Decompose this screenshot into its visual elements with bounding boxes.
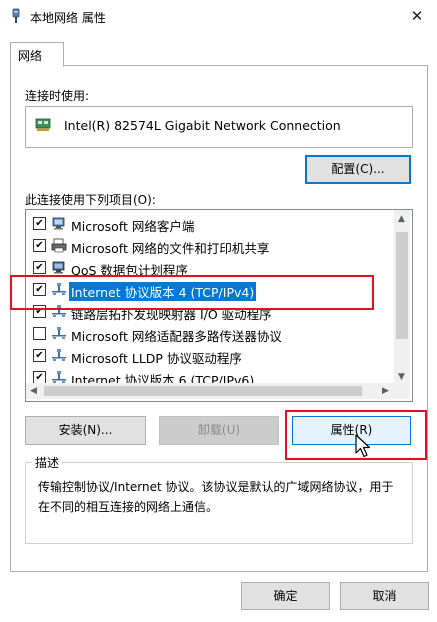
- description-text: 传输控制协议/Internet 协议。该协议是默认的广域网络协议，用于在不同的相…: [38, 480, 394, 514]
- configure-button[interactable]: 配置(C)...: [305, 155, 411, 184]
- item-checkbox[interactable]: [33, 327, 46, 340]
- qos-scheduler-icon: [51, 260, 67, 275]
- adapter-name: Intel(R) 82574L Gigabit Network Connecti…: [64, 118, 341, 133]
- network-adapter-icon: [9, 8, 23, 24]
- tab-network-label: 网络: [18, 49, 43, 63]
- scroll-corner: [394, 383, 410, 399]
- close-button[interactable]: ✕: [405, 6, 429, 26]
- list-item[interactable]: Microsoft 网络适配器多路传送器协议: [26, 323, 396, 345]
- item-checkbox[interactable]: ✔: [33, 217, 46, 230]
- uninstall-button[interactable]: 卸载(U): [159, 416, 279, 445]
- list-item[interactable]: ✔ Microsoft 网络客户端: [26, 213, 396, 235]
- network-card-icon: [35, 117, 53, 133]
- horizontal-scroll-thumb[interactable]: [44, 386, 362, 396]
- network-client-icon: [51, 216, 67, 231]
- item-label: Microsoft 网络客户端: [71, 219, 195, 234]
- file-printer-sharing-icon: [51, 238, 67, 253]
- cancel-button[interactable]: 取消: [340, 582, 429, 610]
- vertical-scroll-thumb[interactable]: [396, 232, 408, 339]
- protocol-icon: [51, 348, 67, 363]
- items-label: 此连接使用下列项目(O):: [25, 193, 156, 207]
- scroll-left-icon[interactable]: ◀: [30, 386, 37, 396]
- scroll-down-icon[interactable]: ▼: [398, 372, 405, 382]
- item-checkbox[interactable]: ✔: [33, 349, 46, 362]
- item-label: Microsoft 网络的文件和打印机共享: [71, 241, 270, 256]
- scroll-right-icon[interactable]: ▶: [382, 386, 389, 396]
- description-title: 描述: [32, 454, 63, 471]
- window-title: 本地网络 属性: [30, 11, 106, 25]
- install-button[interactable]: 安装(N)...: [25, 416, 146, 445]
- item-label: Microsoft LLDP 协议驱动程序: [71, 351, 242, 366]
- item-label: Microsoft 网络适配器多路传送器协议: [71, 329, 282, 344]
- scroll-up-icon[interactable]: ▲: [398, 214, 405, 224]
- mouse-cursor-icon: [355, 434, 373, 460]
- item-checkbox[interactable]: ✔: [33, 239, 46, 252]
- connect-using-label: 连接时使用:: [25, 89, 90, 103]
- highlight-ipv4-item: [10, 275, 374, 310]
- protocol-icon: [51, 326, 67, 341]
- list-item[interactable]: ✔ Microsoft LLDP 协议驱动程序: [26, 345, 396, 367]
- ok-button[interactable]: 确定: [241, 582, 330, 610]
- list-item[interactable]: ✔ Microsoft 网络的文件和打印机共享: [26, 235, 396, 257]
- item-checkbox[interactable]: ✔: [33, 261, 46, 274]
